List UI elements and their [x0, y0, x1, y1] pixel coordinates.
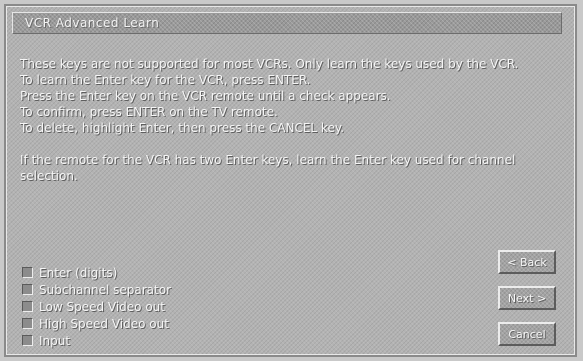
instructions-text: These keys are not supported for most VC… [20, 56, 560, 184]
key-checkbox[interactable] [22, 284, 33, 295]
key-label: Enter (digits) [39, 265, 118, 280]
key-item-enter-digits[interactable]: Enter (digits) [22, 264, 272, 281]
instruction-line: To confirm, press ENTER on the TV remote… [20, 105, 278, 119]
learn-key-list: Enter (digits) Subchannel separator Low … [22, 264, 272, 349]
key-item-low-speed-video-out[interactable]: Low Speed Video out [22, 298, 272, 315]
key-item-input[interactable]: Input [22, 332, 272, 349]
key-label: Subchannel separator [39, 282, 172, 297]
next-button[interactable]: Next > [498, 286, 556, 310]
key-checkbox[interactable] [22, 318, 33, 329]
key-checkbox[interactable] [22, 267, 33, 278]
key-checkbox[interactable] [22, 301, 33, 312]
key-label: High Speed Video out [39, 316, 169, 331]
instruction-line: To learn the Enter key for the VCR, pres… [20, 73, 311, 87]
key-label: Low Speed Video out [39, 299, 165, 314]
key-item-subchannel-separator[interactable]: Subchannel separator [22, 281, 272, 298]
key-item-high-speed-video-out[interactable]: High Speed Video out [22, 315, 272, 332]
key-checkbox[interactable] [22, 335, 33, 346]
cancel-button[interactable]: Cancel [498, 322, 556, 346]
key-label: Input [39, 333, 71, 348]
dialog-title: VCR Advanced Learn [25, 16, 160, 30]
instruction-note: If the remote for the VCR has two Enter … [20, 153, 516, 183]
back-button[interactable]: < Back [498, 250, 556, 274]
instruction-line: To delete, highlight Enter, then press t… [20, 121, 345, 135]
vcr-advanced-learn-dialog: VCR Advanced Learn These keys are not su… [4, 4, 577, 357]
instruction-line: Press the Enter key on the VCR remote un… [20, 89, 391, 103]
title-bar: VCR Advanced Learn [12, 12, 562, 34]
instruction-line: These keys are not supported for most VC… [20, 57, 519, 71]
